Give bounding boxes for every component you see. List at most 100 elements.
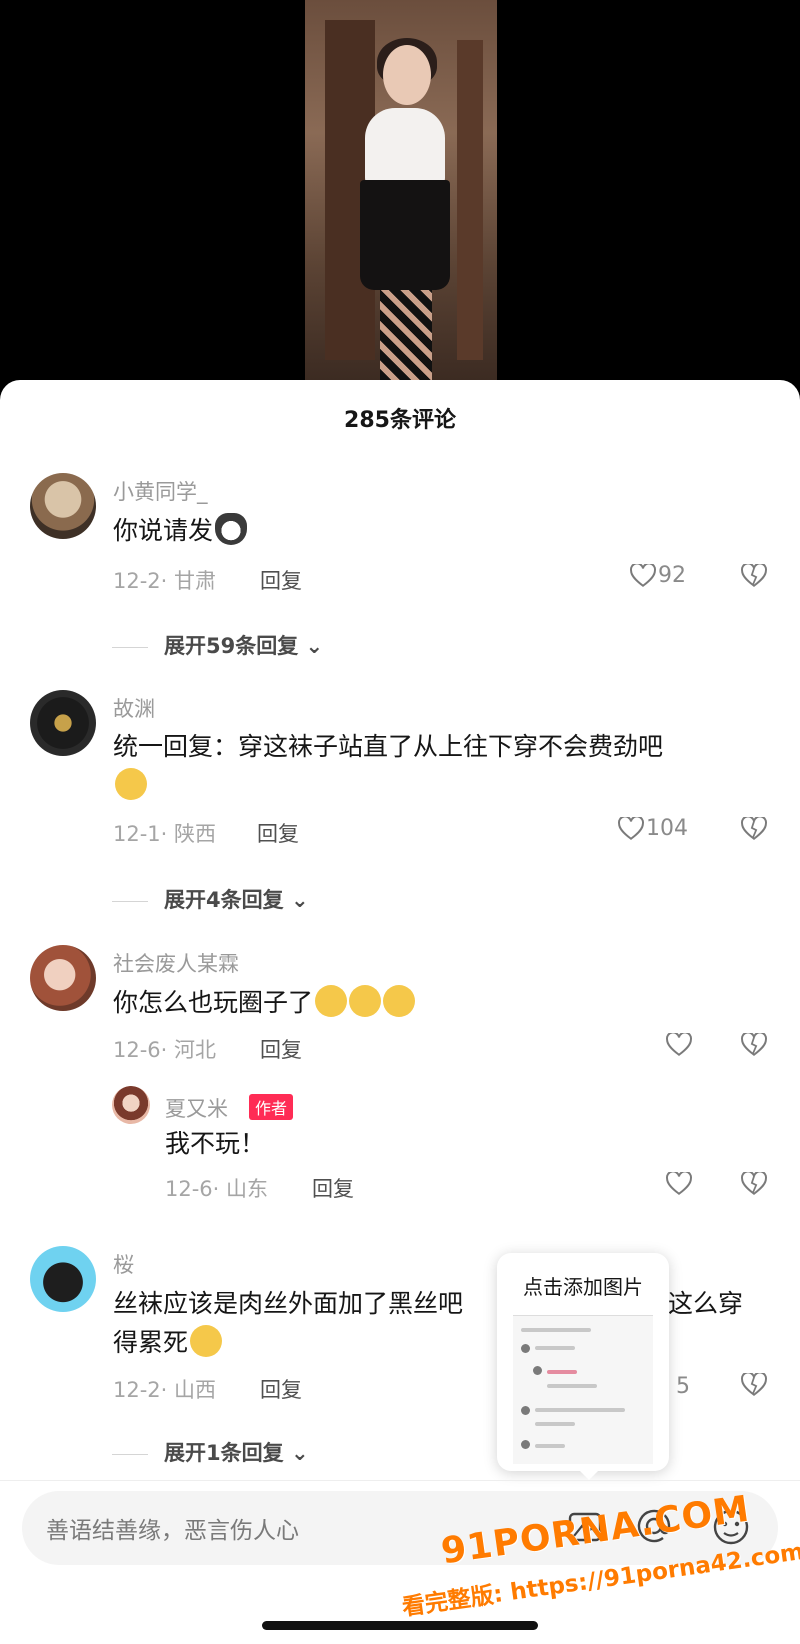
comment-text-cont[interactable]: 这么穿	[668, 1284, 743, 1324]
thumb-line	[535, 1444, 565, 1448]
crying-emoji-icon	[315, 985, 348, 1017]
crying-emoji-icon	[349, 985, 382, 1017]
distressed-emoji-icon	[115, 768, 147, 800]
thumb-line	[521, 1328, 591, 1332]
comment-text-line2[interactable]: 得累死	[113, 1323, 223, 1363]
reply-text[interactable]: 我不玩！	[165, 1124, 265, 1164]
crying-emoji-icon	[383, 985, 416, 1017]
avatar[interactable]	[30, 945, 96, 1011]
comment-author[interactable]: 故渊	[113, 693, 155, 723]
comment-author[interactable]: 桜	[113, 1249, 134, 1279]
like-button[interactable]	[666, 1031, 694, 1057]
comment-meta: 12-1· 陕西	[113, 822, 217, 846]
thumb-line	[547, 1370, 577, 1374]
like-count: 92	[658, 563, 686, 588]
reply-author[interactable]: 夏又米	[165, 1093, 228, 1123]
comment-meta: 12-2· 甘肃	[113, 569, 217, 593]
avatar[interactable]	[30, 473, 96, 539]
chevron-down-icon: ⌄	[305, 634, 324, 658]
comment-meta: 12-2· 山西	[113, 1378, 217, 1402]
popup-arrow	[578, 1469, 600, 1480]
avatar[interactable]	[30, 690, 96, 756]
broken-heart-icon	[741, 562, 767, 587]
video-person-legs	[380, 290, 432, 380]
comment-location: 甘肃	[174, 569, 217, 593]
divider-line	[112, 646, 148, 648]
broken-heart-icon	[741, 1371, 767, 1396]
screenshot-thumbnail[interactable]	[513, 1315, 653, 1464]
cat-emoji-icon	[215, 513, 248, 545]
thumb-avatar	[533, 1366, 542, 1375]
comment-text[interactable]: 统一回复：穿这袜子站直了从上往下穿不会费劲吧	[113, 727, 663, 767]
chevron-down-icon: ⌄	[290, 888, 309, 912]
video-door-right	[457, 40, 483, 360]
reply-button[interactable]: 回复	[312, 1173, 354, 1203]
video-person-skirt	[360, 180, 450, 290]
expand-replies-button[interactable]: 展开59条回复 ⌄	[112, 630, 323, 660]
dislike-button[interactable]	[741, 562, 767, 592]
comment-text[interactable]: 你说请发	[113, 511, 248, 551]
reply-button[interactable]: 回复	[260, 1374, 302, 1404]
comment-count-title: 285条评论	[344, 408, 456, 433]
comment-text[interactable]: 你怎么也玩圈子了	[113, 983, 416, 1023]
thumb-line	[547, 1384, 597, 1388]
reply-button[interactable]: 回复	[260, 1034, 302, 1064]
dislike-button[interactable]	[741, 1371, 767, 1401]
video-person-top	[365, 108, 445, 188]
comment-location: 山西	[174, 1378, 217, 1402]
home-indicator[interactable]	[262, 1621, 538, 1630]
expand-replies-button[interactable]: 展开1条回复 ⌄	[112, 1437, 309, 1467]
comment-author[interactable]: 社会废人某霖	[113, 948, 239, 978]
dislike-button[interactable]	[741, 815, 767, 845]
heart-icon	[666, 1031, 692, 1056]
reply-location: 山东	[226, 1177, 269, 1201]
expand-label: 展开1条回复	[164, 1441, 284, 1465]
bottom-divider	[0, 1480, 800, 1481]
like-button[interactable]: 104	[618, 815, 688, 841]
comment-text[interactable]: 丝袜应该是肉丝外面加了黑丝吧	[113, 1284, 463, 1324]
video-frame	[305, 0, 497, 380]
reply-date: 12-6	[165, 1177, 213, 1201]
broken-heart-icon	[741, 1170, 767, 1195]
comment-date: 12-6	[113, 1038, 161, 1062]
expand-replies-button[interactable]: 展开4条回复 ⌄	[112, 884, 309, 914]
reply-button[interactable]: 回复	[260, 565, 302, 595]
dislike-button[interactable]	[741, 1031, 767, 1061]
smile-emoji-icon	[190, 1325, 223, 1357]
like-button[interactable]: 92	[630, 562, 686, 588]
thumb-line	[535, 1408, 625, 1412]
thumb-avatar	[521, 1344, 530, 1353]
dislike-button[interactable]	[741, 1170, 767, 1200]
video-player[interactable]	[0, 0, 800, 380]
comment-meta: 12-6· 河北	[113, 1038, 217, 1062]
chevron-down-icon: ⌄	[290, 1441, 309, 1465]
like-button[interactable]	[666, 1170, 694, 1196]
expand-label: 展开59条回复	[164, 634, 299, 658]
reply-button[interactable]: 回复	[257, 818, 299, 848]
video-person-head	[383, 45, 431, 105]
divider-line	[112, 900, 148, 902]
comment-date: 12-2	[113, 569, 161, 593]
avatar[interactable]	[112, 1086, 150, 1124]
comment-text-content: 丝袜应该是肉丝外面加了黑丝吧	[113, 1289, 464, 1318]
avatar[interactable]	[30, 1246, 96, 1312]
divider-line	[112, 1453, 148, 1455]
heart-icon	[666, 1170, 692, 1195]
broken-heart-icon	[741, 1031, 767, 1056]
thumb-avatar	[521, 1440, 530, 1449]
comment-date: 12-2	[113, 1378, 161, 1402]
comment-author[interactable]: 小黄同学_	[113, 476, 208, 506]
like-count-partial: 5	[676, 1374, 690, 1399]
popup-title: 点击添加图片	[523, 1275, 643, 1299]
comment-location: 河北	[174, 1038, 217, 1062]
heart-icon	[618, 815, 644, 840]
comment-text-content: 你说请发	[113, 516, 214, 545]
comment-text-content: 得累死	[113, 1328, 189, 1357]
comment-input-placeholder[interactable]: 善语结善缘，恶言伤人心	[46, 1511, 299, 1545]
broken-heart-icon	[741, 815, 767, 840]
like-count: 104	[646, 816, 688, 841]
expand-label: 展开4条回复	[164, 888, 284, 912]
reply-meta: 12-6· 山东	[165, 1177, 269, 1201]
heart-icon	[630, 562, 656, 587]
add-image-popup[interactable]: 点击添加图片	[497, 1253, 669, 1471]
